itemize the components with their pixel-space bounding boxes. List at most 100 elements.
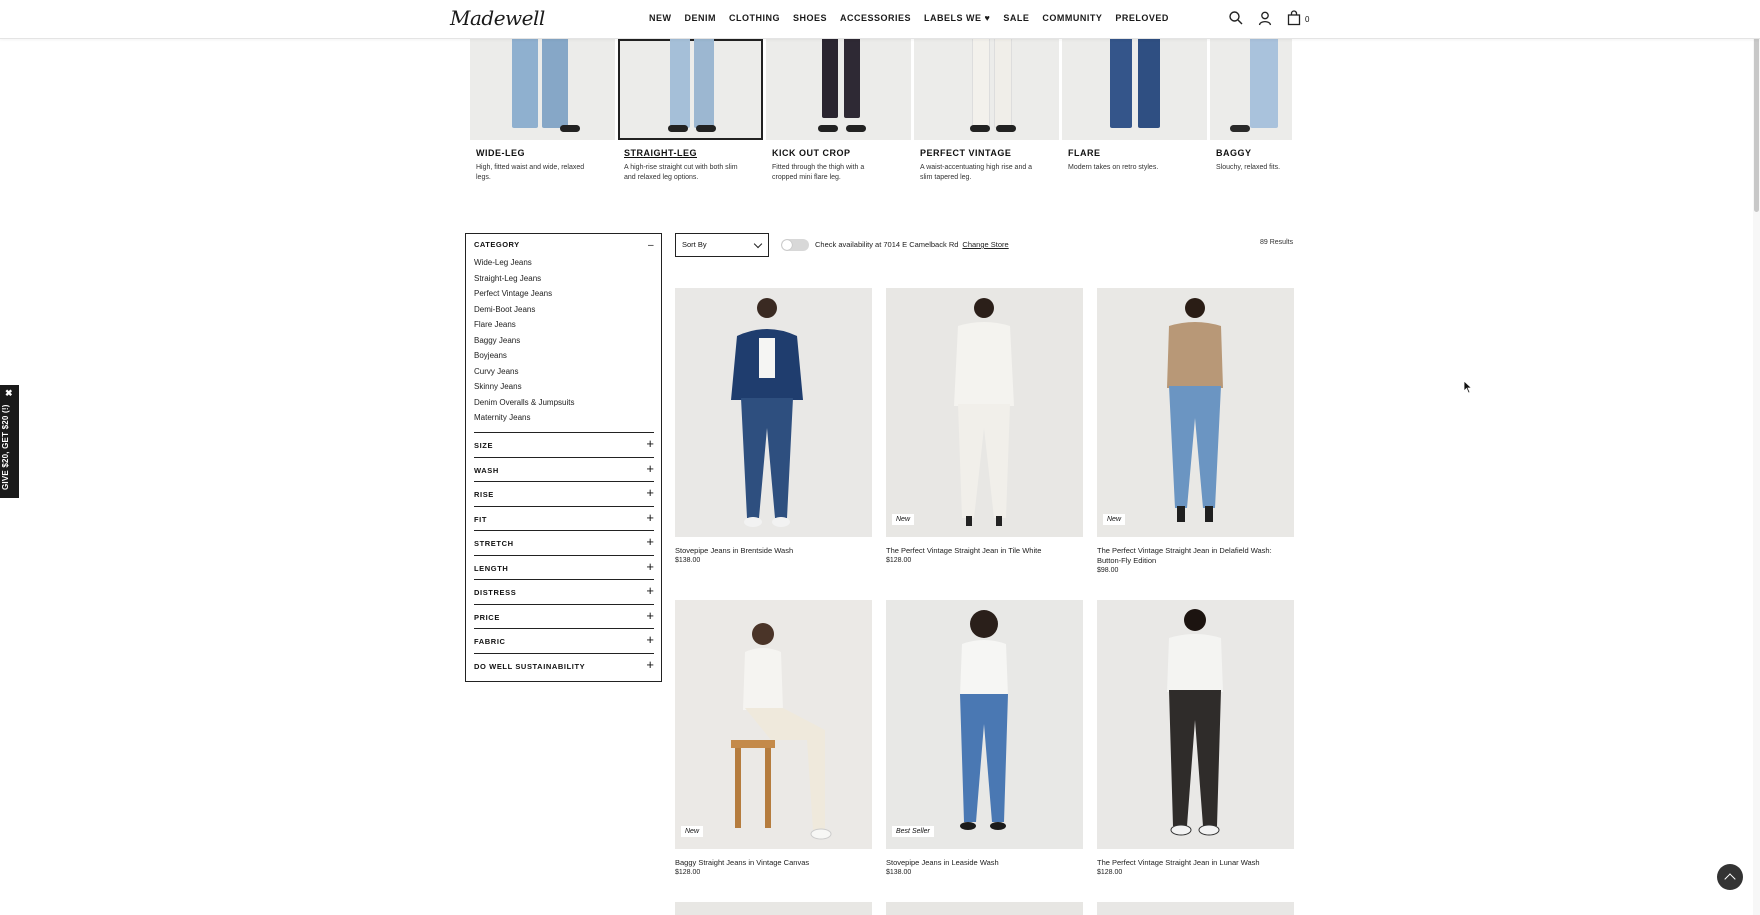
product-image-partial[interactable] — [886, 902, 1083, 915]
filter-label: FABRIC — [474, 637, 506, 646]
product-name[interactable]: Baggy Straight Jeans in Vintage Canvas — [675, 858, 872, 868]
plus-icon[interactable]: + — [646, 535, 654, 548]
category-link[interactable]: Curvy Jeans — [474, 367, 574, 383]
product-name[interactable]: The Perfect Vintage Straight Jean in Del… — [1097, 546, 1294, 566]
nav-shoes[interactable]: SHOES — [793, 13, 827, 23]
account-icon[interactable] — [1257, 10, 1273, 26]
filter-length[interactable]: LENGTH + — [474, 554, 654, 580]
search-icon[interactable] — [1228, 10, 1244, 26]
filter-label: STRETCH — [474, 539, 514, 548]
category-link[interactable]: Boyjeans — [474, 351, 574, 367]
filter-distress[interactable]: DISTRESS + — [474, 579, 654, 604]
plus-icon[interactable]: + — [646, 633, 654, 646]
fit-tile-flare[interactable]: FLARE Modern takes on retro styles. — [1062, 39, 1207, 173]
fit-tile-straight-leg[interactable]: STRAIGHT-LEG A high-rise straight cut wi… — [618, 39, 763, 182]
plus-icon[interactable]: + — [646, 462, 654, 475]
availability-text: Check availability at 7014 E Camelback R… — [815, 240, 1009, 249]
filter-size[interactable]: SIZE + — [474, 432, 654, 457]
product-name[interactable]: The Perfect Vintage Straight Jean in Lun… — [1097, 858, 1294, 868]
category-link[interactable]: Flare Jeans — [474, 320, 574, 336]
filter-fit[interactable]: FIT + — [474, 505, 654, 531]
category-link[interactable]: Wide-Leg Jeans — [474, 258, 574, 274]
product-name[interactable]: Stovepipe Jeans in Brentside Wash — [675, 546, 872, 556]
product-card[interactable]: Best Seller Stovepipe Jeans in Leaside W… — [886, 600, 1083, 876]
nav-accessories[interactable]: ACCESSORIES — [840, 13, 911, 23]
filter-rise[interactable]: RISE + — [474, 481, 654, 506]
nav-new[interactable]: NEW — [649, 13, 672, 23]
plus-icon[interactable]: + — [646, 609, 654, 622]
product-image[interactable] — [675, 288, 872, 537]
product-card[interactable]: New Baggy Straight Jeans in Vintage Canv… — [675, 600, 872, 876]
nav-community[interactable]: COMMUNITY — [1042, 13, 1102, 23]
nav-denim[interactable]: DENIM — [685, 13, 717, 23]
plus-icon[interactable]: + — [646, 437, 654, 450]
fit-tile-baggy[interactable]: BAGGY Slouchy, relaxed fits. — [1210, 39, 1292, 173]
model-figure — [954, 298, 1014, 526]
filter-sidebar: CATEGORY – Wide-Leg Jeans Straight-Leg J… — [465, 233, 662, 682]
nav-clothing[interactable]: CLOTHING — [729, 13, 780, 23]
plus-icon[interactable]: + — [646, 560, 654, 573]
chevron-down-icon — [753, 239, 763, 249]
product-card[interactable]: Stovepipe Jeans in Brentside Wash $138.0… — [675, 288, 872, 564]
fit-title: WIDE-LEG — [476, 148, 525, 158]
category-link[interactable]: Demi-Boot Jeans — [474, 305, 574, 321]
scrollbar-thumb[interactable] — [1754, 30, 1759, 212]
product-image[interactable]: New — [675, 600, 872, 849]
filter-label: SIZE — [474, 441, 494, 450]
store-availability-toggle[interactable] — [781, 239, 809, 251]
madewell-logo[interactable]: Madewell — [450, 6, 545, 30]
category-link[interactable]: Baggy Jeans — [474, 336, 574, 352]
product-image[interactable]: Best Seller — [886, 600, 1083, 849]
product-image-partial[interactable] — [1097, 902, 1294, 915]
filter-label: DO WELL SUSTAINABILITY — [474, 661, 586, 671]
product-image[interactable]: New — [1097, 288, 1294, 537]
fit-tile-perfect-vintage[interactable]: PERFECT VINTAGE A waist-accentuating hig… — [914, 39, 1059, 182]
close-icon[interactable]: ✖ — [5, 388, 13, 399]
product-badge: New — [681, 826, 704, 837]
nav-sale[interactable]: SALE — [1003, 13, 1029, 23]
sort-dropdown[interactable]: Sort By — [675, 233, 769, 257]
model-figure — [731, 298, 803, 527]
plus-icon[interactable]: + — [646, 658, 654, 671]
product-image[interactable]: New — [886, 288, 1083, 537]
category-link[interactable]: Denim Overalls & Jumpsuits — [474, 398, 574, 414]
category-link[interactable]: Straight-Leg Jeans — [474, 274, 574, 290]
category-link[interactable]: Maternity Jeans — [474, 413, 574, 429]
nav-labels-we-love[interactable]: LABELS WE ♥ — [924, 13, 990, 23]
product-card[interactable]: New The Perfect Vintage Straight Jean in… — [886, 288, 1083, 564]
product-badge: New — [892, 514, 915, 525]
back-to-top-button[interactable] — [1717, 864, 1743, 890]
filter-wash[interactable]: WASH + — [474, 456, 654, 482]
page-scrollbar[interactable] — [1753, 30, 1760, 915]
sort-label: Sort By — [682, 240, 707, 249]
filter-price[interactable]: PRICE + — [474, 603, 654, 629]
referral-promo-tab[interactable]: ✖ GIVE $20, GET $20 (!) — [0, 385, 19, 498]
filter-stretch[interactable]: STRETCH + — [474, 530, 654, 555]
product-card[interactable]: The Perfect Vintage Straight Jean in Lun… — [1097, 600, 1294, 876]
bag-icon[interactable] — [1286, 10, 1302, 26]
plus-icon[interactable]: + — [646, 584, 654, 597]
collapse-icon[interactable]: – — [648, 240, 654, 251]
fit-tile-kick-out-crop[interactable]: KICK OUT CROP Fitted through the thigh w… — [766, 39, 911, 182]
product-name[interactable]: The Perfect Vintage Straight Jean in Til… — [886, 546, 1083, 556]
change-store-link[interactable]: Change Store — [962, 240, 1008, 249]
category-link[interactable]: Perfect Vintage Jeans — [474, 289, 574, 305]
category-header[interactable]: CATEGORY – — [474, 240, 654, 251]
filter-sustainability[interactable]: DO WELL SUSTAINABILITY + — [474, 652, 654, 678]
product-price: $128.00 — [1097, 869, 1123, 876]
filter-fabric[interactable]: FABRIC + — [474, 628, 654, 653]
plus-icon[interactable]: + — [646, 511, 654, 524]
category-title: CATEGORY — [474, 240, 520, 249]
filter-label: PRICE — [474, 612, 500, 622]
product-card[interactable]: New The Perfect Vintage Straight Jean in… — [1097, 288, 1294, 574]
plus-icon[interactable]: + — [646, 486, 654, 499]
fit-tile-wide-leg[interactable]: WIDE-LEG High, fitted waist and wide, re… — [470, 39, 615, 182]
product-name[interactable]: Stovepipe Jeans in Leaside Wash — [886, 858, 1083, 868]
product-image[interactable] — [1097, 600, 1294, 849]
fit-title: PERFECT VINTAGE — [920, 148, 1012, 158]
nav-preloved[interactable]: PRELOVED — [1115, 13, 1169, 23]
site-header: Madewell NEW DENIM CLOTHING SHOES ACCESS… — [0, 0, 1760, 39]
product-image-partial[interactable] — [675, 902, 872, 915]
category-link[interactable]: Skinny Jeans — [474, 382, 574, 398]
product-price: $128.00 — [886, 557, 912, 564]
